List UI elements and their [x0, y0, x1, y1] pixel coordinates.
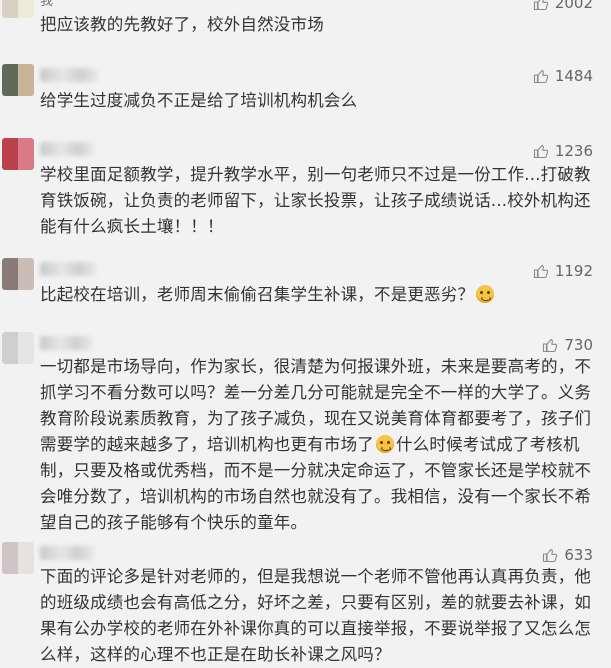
comment-text: 比起校在培训，老师周末偷偷召集学生补课，不是更恶劣？ [40, 282, 595, 308]
thumbs-up-icon [543, 548, 558, 563]
comment-text-body: 比起校在培训，老师周末偷偷召集学生补课，不是更恶劣？ [40, 285, 475, 304]
thumbs-up-icon [533, 144, 549, 159]
like-count: 633 [564, 546, 593, 564]
comment-text: 学校里面足额教学，提升教学水平，别一句老师只不过是一份工作...打破教育铁饭碗，… [40, 165, 591, 236]
avatar[interactable] [2, 332, 34, 364]
frown-emoji [476, 285, 495, 303]
commenter-name[interactable] [40, 262, 96, 276]
avatar[interactable] [2, 542, 34, 574]
commenter-name[interactable] [40, 336, 92, 350]
avatar[interactable] [2, 258, 34, 290]
like-count: 730 [564, 336, 593, 354]
commenter-name[interactable] [40, 142, 94, 156]
thumbs-up-icon [533, 69, 549, 84]
like-count: 1192 [554, 262, 593, 280]
commenter-name[interactable]: 我 [40, 0, 53, 9]
commenter-name[interactable] [40, 68, 98, 82]
thumbs-up-icon [533, 264, 549, 279]
like-button[interactable]: 1192 [533, 262, 593, 280]
avatar[interactable] [2, 0, 34, 18]
comment-text: 把应该教的先教好了，校外自然没市场 [40, 15, 324, 34]
like-button[interactable]: 730 [542, 336, 593, 354]
avatar[interactable] [2, 64, 34, 96]
comment-text: 一切都是市场导向，作为家长，很清楚为何报课外班，未来是要高考的，不抓学习不看分数… [40, 354, 595, 536]
like-button[interactable]: 1236 [533, 142, 593, 160]
comment-text: 下面的评论多是针对老师的，但是我想说一个老师不管他再认真再负责，他的班级成绩也会… [40, 567, 592, 664]
thumbs-up-icon [543, 338, 558, 353]
like-button[interactable]: 1484 [533, 67, 593, 85]
like-button[interactable]: 2002 [533, 0, 593, 12]
like-button[interactable]: 633 [542, 546, 593, 564]
commenter-name[interactable] [40, 546, 94, 560]
thinking-emoji [376, 435, 394, 453]
thumbs-up-icon [533, 0, 549, 11]
like-count: 1484 [554, 67, 593, 85]
avatar[interactable] [2, 138, 34, 170]
comment-text: 给学生过度减负不正是给了培训机构机会么 [40, 91, 358, 110]
like-count: 2002 [554, 0, 593, 12]
like-count: 1236 [554, 142, 593, 160]
